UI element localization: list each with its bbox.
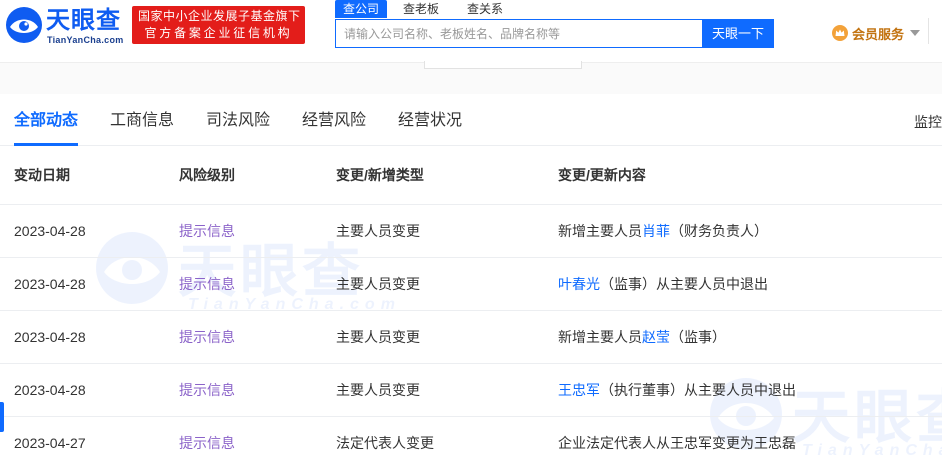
- site-logo[interactable]: 天眼查 TianYanCha.com: [4, 5, 124, 47]
- content-prefix: 企业法定代表人从王忠军变更为王忠磊: [558, 435, 796, 451]
- caret-down-icon: [910, 30, 921, 36]
- person-link[interactable]: 叶春光: [558, 276, 600, 292]
- badge-line-1: 国家中小企业发展子基金旗下: [138, 9, 301, 23]
- content-prefix: 新增主要人员: [558, 223, 642, 239]
- content-prefix: 新增主要人员: [558, 329, 642, 345]
- tab-all-dynamics[interactable]: 全部动态: [14, 110, 78, 132]
- person-link[interactable]: 王忠军: [558, 382, 600, 398]
- row-risk-level[interactable]: 提示信息: [179, 258, 235, 310]
- search-button[interactable]: 天眼一下: [702, 19, 774, 48]
- tab-operating-status[interactable]: 经营状况: [398, 110, 462, 132]
- row-change-content: 新增主要人员赵莹（监事）: [558, 311, 726, 363]
- content-suffix: （财务负责人）: [670, 223, 768, 239]
- table-row: 2023-04-28 提示信息 主要人员变更 新增主要人员肖菲（财务负责人）: [0, 205, 942, 258]
- strip-dropdown-edge: [424, 61, 582, 69]
- row-risk-level[interactable]: 提示信息: [179, 364, 235, 416]
- row-change-type: 主要人员变更: [336, 329, 420, 345]
- dynamics-tabs: 全部动态 工商信息 司法风险 经营风险 经营状况 监控: [0, 94, 942, 146]
- row-change-content: 叶春光（监事）从主要人员中退出: [558, 258, 768, 310]
- row-change-type: 主要人员变更: [336, 382, 420, 398]
- crown-icon: [832, 25, 848, 41]
- tab-judicial-risk[interactable]: 司法风险: [206, 110, 270, 132]
- top-header: 天眼查 TianYanCha.com 国家中小企业发展子基金旗下 官方备案企业征…: [0, 0, 942, 62]
- row-date: 2023-04-28: [14, 329, 86, 345]
- row-date: 2023-04-28: [14, 223, 86, 239]
- monitor-button[interactable]: 监控: [914, 112, 942, 132]
- column-header-content: 变更/更新内容: [558, 167, 646, 183]
- row-risk-level[interactable]: 提示信息: [179, 205, 235, 257]
- table-row: 2023-04-28 提示信息 主要人员变更 王忠军（执行董事）从主要人员中退出: [0, 364, 942, 417]
- eye-logo-icon: [6, 7, 42, 43]
- member-service-menu[interactable]: 会员服务: [832, 22, 921, 44]
- table-row: 2023-04-28 提示信息 主要人员变更 新增主要人员赵莹（监事）: [0, 311, 942, 364]
- row-change-type: 主要人员变更: [336, 223, 420, 239]
- row-change-content: 王忠军（执行董事）从主要人员中退出: [558, 364, 796, 416]
- content-suffix: （监事）: [670, 329, 726, 345]
- row-risk-level[interactable]: 提示信息: [179, 311, 235, 363]
- table-row: 2023-04-28 提示信息 主要人员变更 叶春光（监事）从主要人员中退出: [0, 258, 942, 311]
- search-input[interactable]: [336, 20, 702, 47]
- search-box: [335, 19, 702, 48]
- row-change-type: 法定代表人变更: [336, 435, 434, 451]
- sub-strip: [0, 61, 942, 94]
- column-header-type: 变更/新增类型: [336, 167, 424, 183]
- row-change-content: 企业法定代表人从王忠军变更为王忠磊: [558, 417, 796, 463]
- header-divider: [928, 18, 929, 44]
- column-header-date: 变动日期: [14, 167, 70, 183]
- table-row: 2023-04-27 提示信息 法定代表人变更 企业法定代表人从王忠军变更为王忠…: [0, 417, 942, 463]
- row-risk-level[interactable]: 提示信息: [179, 417, 235, 463]
- tab-business-info[interactable]: 工商信息: [110, 110, 174, 132]
- badge-line-2: 官方备案企业征信机构: [144, 26, 293, 40]
- search-tab-company[interactable]: 查公司: [335, 0, 388, 18]
- person-link[interactable]: 肖菲: [642, 223, 670, 239]
- column-header-risk: 风险级别: [179, 167, 235, 183]
- tab-operating-risk[interactable]: 经营风险: [302, 110, 366, 132]
- row-date: 2023-04-28: [14, 276, 86, 292]
- logo-domain: TianYanCha.com: [47, 35, 124, 45]
- official-badge[interactable]: 国家中小企业发展子基金旗下 官方备案企业征信机构: [132, 6, 305, 44]
- search-tab-relation[interactable]: 查关系: [459, 0, 511, 18]
- search-tab-boss[interactable]: 查老板: [395, 0, 447, 18]
- content-suffix: （监事）从主要人员中退出: [600, 276, 768, 292]
- row-date: 2023-04-28: [14, 382, 86, 398]
- row-change-type: 主要人员变更: [336, 276, 420, 292]
- member-service-label: 会员服务: [852, 26, 905, 42]
- left-edge-accent[interactable]: [0, 402, 4, 432]
- table-header: 变动日期 风险级别 变更/新增类型 变更/更新内容: [0, 146, 942, 205]
- row-date: 2023-04-27: [14, 435, 86, 451]
- dynamics-card: 天眼查 TianYanCha.com 天眼查 TianYanCha.com 全部…: [0, 94, 942, 463]
- search-type-tabs: 查公司 查老板 查关系: [335, 0, 523, 18]
- row-change-content: 新增主要人员肖菲（财务负责人）: [558, 205, 768, 257]
- content-suffix: （执行董事）从主要人员中退出: [600, 382, 796, 398]
- person-link[interactable]: 赵莹: [642, 329, 670, 345]
- logo-text: 天眼查: [46, 6, 121, 34]
